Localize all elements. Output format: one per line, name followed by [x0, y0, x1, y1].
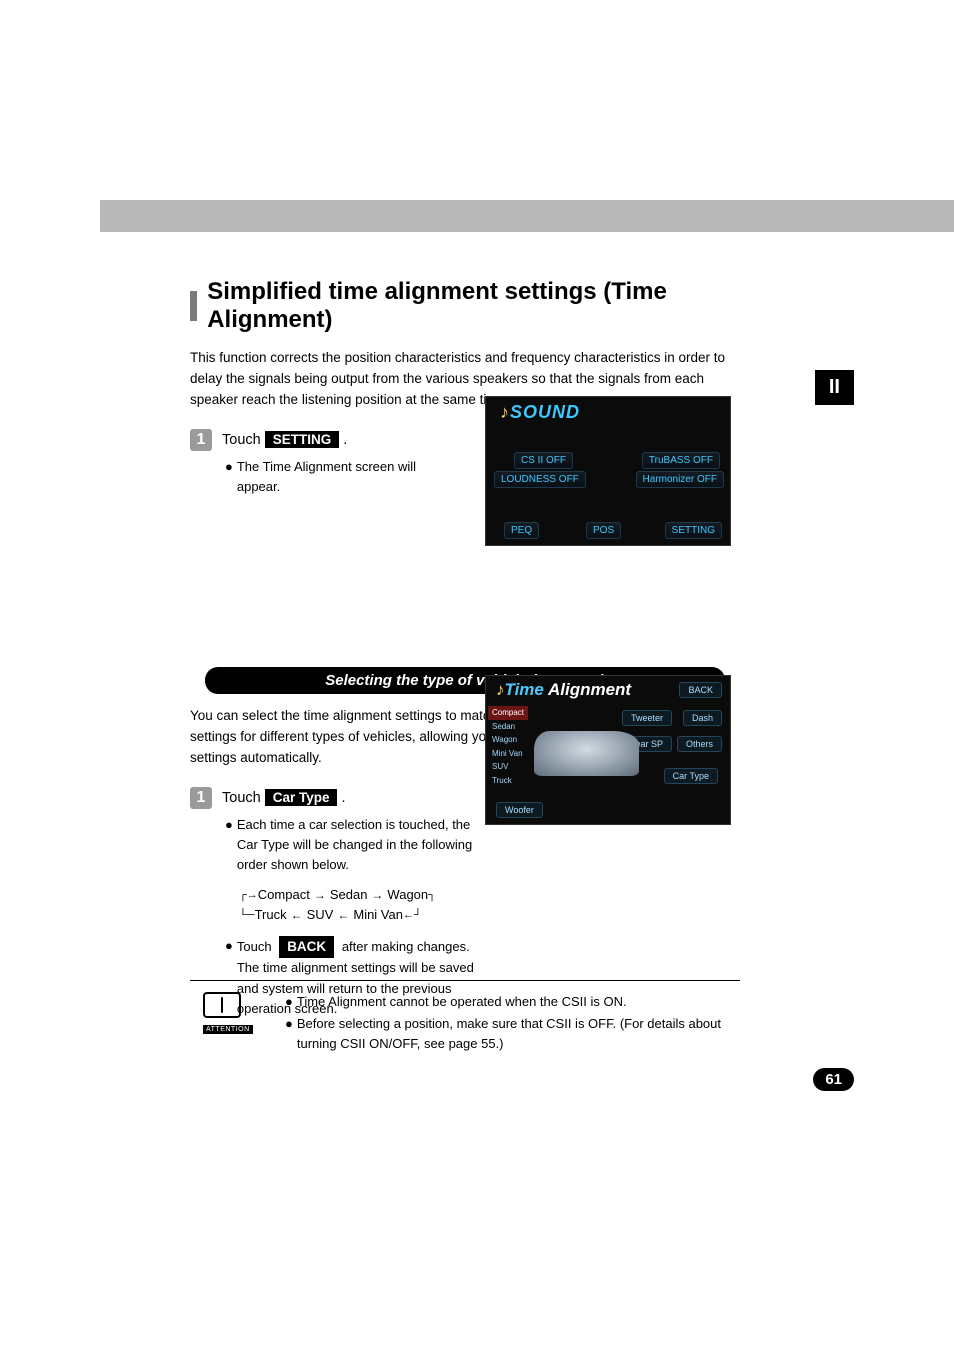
page-title-row: Simplified time alignment settings (Time… — [190, 278, 740, 334]
attention-line-2: Before selecting a position, make sure t… — [297, 1014, 725, 1054]
bullet-icon: ● — [225, 457, 233, 497]
csii-button[interactable]: CS II OFF — [514, 452, 573, 469]
car-type-sequence: ┌→ Compact→ Sedan→ Wagon ┐ └─ Truck← SUV… — [239, 885, 475, 925]
step-period: . — [341, 790, 345, 806]
seq-truck: Truck — [255, 905, 287, 925]
step-2-body1-text: Each time a car selection is touched, th… — [237, 815, 475, 875]
attention-label: ATTENTION — [203, 1025, 253, 1034]
attention-text: ●Time Alignment cannot be operated when … — [285, 992, 725, 1056]
step-touch-label: Touch — [222, 432, 261, 448]
list-compact[interactable]: Compact — [488, 706, 528, 720]
bullet-icon: ● — [285, 992, 293, 1012]
cartype-screen-button[interactable]: Car Type — [664, 768, 718, 784]
seq-wagon: Wagon — [387, 885, 428, 905]
step-touch-label: Touch — [222, 790, 261, 806]
step-number-icon: 1 — [190, 429, 212, 451]
step-2-body: ● Each time a car selection is touched, … — [225, 815, 475, 1019]
attention-top-rule — [190, 980, 740, 981]
peq-button[interactable]: PEQ — [504, 522, 539, 539]
list-minivan[interactable]: Mini Van — [488, 747, 528, 761]
book-icon — [203, 992, 241, 1018]
seq-sedan: Sedan — [330, 885, 368, 905]
loudness-button[interactable]: LOUDNESS OFF — [494, 471, 586, 488]
others-button[interactable]: Others — [677, 736, 722, 752]
list-suv[interactable]: SUV — [488, 760, 528, 774]
seq-minivan: Mini Van — [353, 905, 403, 925]
woofer-button[interactable]: Woofer — [496, 802, 543, 818]
bullet-icon: ● — [285, 1014, 293, 1054]
car-illustration-icon — [534, 731, 639, 776]
step-1-body: ● The Time Alignment screen will appear. — [225, 457, 445, 497]
back-button[interactable]: BACK — [279, 936, 334, 959]
step-number-icon: 1 — [190, 787, 212, 809]
pos-button[interactable]: POS — [586, 522, 621, 539]
step-period: . — [343, 432, 347, 448]
seq-compact: Compact — [258, 885, 310, 905]
ta-back-button[interactable]: BACK — [679, 682, 722, 698]
page-number: 61 — [813, 1068, 854, 1091]
list-sedan[interactable]: Sedan — [488, 720, 528, 734]
seq-suv: SUV — [307, 905, 334, 925]
setting-button[interactable]: SETTING — [265, 431, 340, 448]
sound-screen-shot: ♪SOUND CS II OFF TruBASS OFF LOUDNESS OF… — [485, 396, 731, 546]
section-tab: II — [815, 370, 854, 405]
dash-button[interactable]: Dash — [683, 710, 722, 726]
attention-icon-wrap: ATTENTION — [203, 992, 253, 1036]
car-type-list[interactable]: Compact Sedan Wagon Mini Van SUV Truck — [488, 706, 528, 788]
time-alignment-logo: ♪Time Alignment — [496, 680, 631, 700]
page-title: Simplified time alignment settings (Time… — [207, 278, 740, 334]
setting-screen-button[interactable]: SETTING — [665, 522, 722, 539]
list-wagon[interactable]: Wagon — [488, 733, 528, 747]
harmonizer-button[interactable]: Harmonizer OFF — [636, 471, 724, 488]
step-1-body-text: The Time Alignment screen will appear. — [237, 457, 445, 497]
step-2-body2-pre: Touch — [237, 939, 272, 954]
list-truck[interactable]: Truck — [488, 774, 528, 788]
sound-logo: ♪SOUND — [500, 402, 580, 423]
title-accent-bar — [190, 291, 197, 321]
time-alignment-screen-shot: ♪Time Alignment BACK Compact Sedan Wagon… — [485, 675, 731, 825]
bullet-icon: ● — [225, 815, 233, 875]
attention-line-1: Time Alignment cannot be operated when t… — [297, 992, 627, 1012]
cartype-button[interactable]: Car Type — [265, 789, 338, 806]
tweeter-button[interactable]: Tweeter — [622, 710, 672, 726]
trubass-button[interactable]: TruBASS OFF — [642, 452, 720, 469]
header-gray-bar — [100, 200, 954, 232]
